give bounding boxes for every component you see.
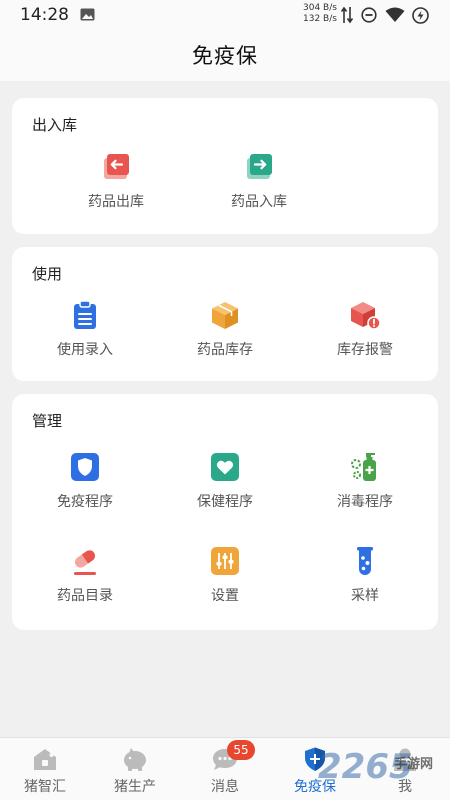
item-label: 药品出库 — [88, 194, 144, 210]
status-bar: 14:28 304 B/s 132 B/s — [0, 0, 450, 32]
item-label: 药品目录 — [57, 588, 113, 604]
sanitizer-icon — [351, 453, 376, 481]
item-label: 使用录入 — [57, 342, 113, 358]
section-card-management: 管理 免疫程序 保健程序 消毒程序 药品目录 设置 采样 — [12, 394, 438, 630]
item-label: 消毒程序 — [337, 494, 393, 510]
watermark-sub: 手游网 — [394, 756, 433, 772]
unread-badge: 55 — [227, 740, 255, 760]
section-title: 出入库 — [32, 116, 78, 134]
health-care-program-button[interactable]: 保健程序 — [154, 451, 296, 511]
item-label: 设置 — [211, 588, 239, 604]
drug-in-icon — [247, 154, 272, 179]
do-not-disturb-icon — [361, 7, 377, 23]
section-title: 使用 — [32, 265, 63, 283]
net-speed-up: 304 B/s — [303, 3, 337, 13]
disinfection-program-button[interactable]: 消毒程序 — [294, 451, 436, 511]
test-tube-icon — [357, 547, 373, 575]
item-label: 库存报警 — [337, 342, 393, 358]
site-watermark: 2265 手游网 — [318, 747, 433, 787]
heart-icon — [211, 453, 239, 481]
sampling-button[interactable]: 采样 — [294, 545, 436, 605]
item-label: 采样 — [351, 588, 379, 604]
net-speed-down: 132 B/s — [303, 14, 337, 24]
network-speed: 304 B/s 132 B/s — [303, 3, 337, 25]
drug-catalog-button[interactable]: 药品目录 — [14, 545, 156, 605]
drug-outbound-button[interactable]: 药品出库 — [45, 151, 187, 211]
section-card-stock-in-out: 出入库 药品出库 药品入库 — [12, 98, 438, 234]
house-icon — [34, 749, 56, 770]
drug-inventory-button[interactable]: 药品库存 — [154, 299, 296, 359]
item-label: 药品库存 — [197, 342, 253, 358]
wifi-icon — [385, 7, 405, 22]
tab-zhushengchan[interactable]: 猪生产 — [90, 738, 180, 800]
tab-label: 猪智汇 — [24, 779, 66, 795]
data-transfer-icon — [341, 6, 353, 24]
battery-saver-icon — [412, 7, 429, 24]
item-label: 药品入库 — [231, 194, 287, 210]
sliders-icon — [211, 547, 239, 575]
box-icon — [212, 302, 238, 329]
page-title: 免疫保 — [192, 44, 258, 68]
immunization-program-button[interactable]: 免疫程序 — [14, 451, 156, 511]
app-header: 免疫保 — [0, 32, 450, 81]
tab-label: 消息 — [211, 779, 239, 795]
drug-out-icon — [104, 154, 129, 179]
tab-label: 猪生产 — [114, 779, 156, 795]
box-alert-icon — [351, 302, 381, 330]
piggy-icon — [124, 748, 146, 771]
item-label: 保健程序 — [197, 494, 253, 510]
pill-icon — [74, 550, 96, 575]
image-notification-icon — [80, 8, 95, 21]
tab-zhuzhihui[interactable]: 猪智汇 — [0, 738, 90, 800]
tab-messages[interactable]: 消息 55 — [180, 738, 270, 800]
section-card-usage: 使用 使用录入 药品库存 库存报警 — [12, 247, 438, 381]
inventory-alert-button[interactable]: 库存报警 — [294, 299, 436, 359]
usage-entry-button[interactable]: 使用录入 — [14, 299, 156, 359]
status-time: 14:28 — [20, 5, 69, 25]
settings-button[interactable]: 设置 — [154, 545, 296, 605]
shield-icon — [71, 453, 99, 481]
item-label: 免疫程序 — [57, 494, 113, 510]
drug-inbound-button[interactable]: 药品入库 — [188, 151, 330, 211]
clipboard-icon — [74, 300, 96, 329]
section-title: 管理 — [32, 412, 63, 430]
